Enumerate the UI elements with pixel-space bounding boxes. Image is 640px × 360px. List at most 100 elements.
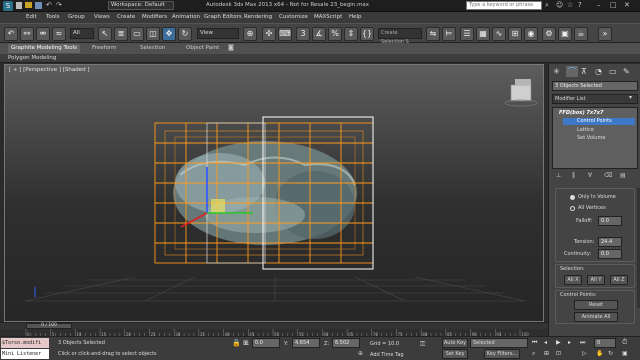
reset-button[interactable]: Reset	[574, 300, 618, 310]
all-vertices-radio-icon[interactable]	[570, 206, 575, 211]
key-filters-button[interactable]: Key Filters...	[484, 349, 520, 359]
modify-tab-icon[interactable]: ⌒	[566, 66, 578, 77]
graphite-toggle-icon[interactable]: ▦	[476, 27, 490, 41]
menu-create[interactable]: Create	[117, 14, 135, 20]
all-z-button[interactable]: All Z	[610, 275, 628, 285]
current-frame-field[interactable]: 0	[594, 338, 616, 348]
all-x-button[interactable]: All X	[564, 275, 582, 285]
undo-toolbar-icon[interactable]: ↶	[4, 27, 18, 41]
select-by-name-icon[interactable]: ≣	[114, 27, 128, 41]
new-file-icon[interactable]	[16, 2, 22, 9]
time-tag-icon[interactable]: ⊕	[358, 350, 363, 357]
menu-edit[interactable]: Edit	[26, 14, 37, 20]
pin-stack-icon[interactable]: ⊥	[556, 172, 561, 179]
angle-snap-icon[interactable]: ∡	[312, 27, 326, 41]
redo-icon[interactable]: ↷	[56, 2, 62, 9]
minimize-icon[interactable]: –	[597, 1, 601, 9]
modifier-stack-item-set-volume[interactable]: Set Volume	[577, 135, 605, 141]
only-in-volume-radio-icon[interactable]	[570, 195, 575, 200]
save-file-icon[interactable]	[35, 2, 42, 9]
select-object-icon[interactable]: ↖	[98, 27, 112, 41]
menu-graph-editors[interactable]: Graph Editors	[204, 14, 242, 20]
x-coordinate-field[interactable]: 0.0	[252, 338, 280, 348]
auto-key-button[interactable]: Auto Key	[442, 338, 468, 348]
select-and-move-icon[interactable]: ✥	[162, 27, 176, 41]
menu-group[interactable]: Group	[68, 14, 85, 20]
zoom-icon[interactable]: ⌕	[532, 350, 535, 358]
window-crossing-icon[interactable]: ◫	[146, 27, 160, 41]
ribbon-tab-freeform[interactable]: Freeform	[92, 45, 117, 51]
utilities-tab-icon[interactable]: ✎	[623, 67, 630, 76]
tension-spinner[interactable]: 24.4	[598, 237, 622, 247]
previous-frame-icon[interactable]: ◂	[544, 339, 547, 346]
perspective-viewport[interactable]: [ + ] [Perspective ] [Shaded ]	[4, 64, 544, 322]
named-selection-sets-dropdown[interactable]: Create Selection S	[378, 28, 422, 45]
viewcube[interactable]	[504, 79, 538, 107]
zoom-all-icon[interactable]: ⊞	[544, 350, 549, 357]
animate-all-button[interactable]: Animate All	[574, 312, 618, 322]
pivot-center-icon[interactable]: ⊕	[243, 27, 257, 41]
material-editor-icon[interactable]: ◉	[524, 27, 538, 41]
viewport-scene[interactable]	[5, 65, 545, 323]
render-setup-icon[interactable]: ⚙	[542, 27, 556, 41]
create-tab-icon[interactable]: ✳	[553, 67, 560, 76]
go-to-start-icon[interactable]: ⏮	[532, 339, 537, 347]
menu-modifiers[interactable]: Modifiers	[142, 14, 167, 20]
manipulate-icon[interactable]: ✣	[262, 27, 276, 41]
object-name-field[interactable]: 3 Objects Selected	[552, 81, 638, 91]
maximize-viewport-icon[interactable]: ▣	[622, 350, 628, 357]
search-icon[interactable]: ⌕	[545, 1, 549, 10]
maximize-icon[interactable]: □	[610, 1, 617, 9]
hierarchy-tab-icon[interactable]: ⊼	[581, 67, 587, 76]
show-end-result-icon[interactable]: ‖	[572, 172, 575, 179]
go-to-end-icon[interactable]: ⏭	[580, 339, 585, 347]
schematic-view-icon[interactable]: ⊞	[508, 27, 522, 41]
all-vertices-label[interactable]: All Vertices	[578, 205, 606, 211]
next-frame-icon[interactable]: ▸	[568, 339, 571, 346]
menu-maxscript[interactable]: MAXScript	[314, 14, 342, 20]
modifier-list-chevron-icon[interactable]: ▾	[629, 94, 632, 101]
add-time-tag-text[interactable]: Add Time Tag	[370, 352, 404, 358]
menu-rendering[interactable]: Rendering	[244, 14, 272, 20]
configure-modifier-sets-icon[interactable]: ▤	[620, 172, 626, 179]
orbit-icon[interactable]: ↻	[608, 350, 613, 357]
select-and-rotate-icon[interactable]: ↻	[178, 27, 192, 41]
workspace-dropdown[interactable]: Workspace: Default	[108, 1, 174, 10]
falloff-spinner[interactable]: 0.0	[598, 216, 622, 226]
percent-snap-icon[interactable]: %	[328, 27, 342, 41]
curve-editor-icon[interactable]: ∿	[492, 27, 506, 41]
all-y-button[interactable]: All Y	[587, 275, 605, 285]
unlink-icon[interactable]: ⚮	[36, 27, 50, 41]
selection-filter-dropdown[interactable]: All	[70, 28, 94, 39]
ribbon-tab-graphite-modeling-tools[interactable]: Graphite Modeling Tools	[8, 44, 80, 53]
rendered-frame-window-icon[interactable]: ▣	[558, 27, 572, 41]
menu-animation[interactable]: Animation	[172, 14, 200, 20]
motion-tab-icon[interactable]: ◔	[595, 67, 602, 76]
layer-manager-icon[interactable]: ☰	[460, 27, 474, 41]
time-slider-track[interactable]: 0 / 100 0 5 10 15 20 25 30 35 40 45 50 55 60 65 70 75 80…	[0, 322, 548, 337]
maxscript-listener-field[interactable]: $Torso.modifi	[1, 338, 49, 348]
spinner-snap-icon[interactable]: ⇕	[344, 27, 358, 41]
link-icon[interactable]: ⚯	[20, 27, 34, 41]
modifier-stack-item-lattice[interactable]: Lattice	[577, 127, 594, 133]
user-icon[interactable]: ☺	[556, 1, 563, 9]
z-coordinate-field[interactable]: 6.502	[332, 338, 360, 348]
menu-tools[interactable]: Tools	[46, 14, 60, 20]
key-mode-icon[interactable]: ⚿	[420, 340, 425, 349]
bind-space-warp-icon[interactable]: ≈	[52, 27, 66, 41]
reference-coordinate-dropdown[interactable]: View	[197, 28, 239, 39]
rectangular-selection-icon[interactable]: ▭	[130, 27, 144, 41]
modifier-stack-item-control-points[interactable]: Control Points	[563, 118, 635, 125]
keyboard-shortcut-icon[interactable]: ⌨	[278, 27, 292, 41]
edit-named-selection-icon[interactable]: {}	[360, 27, 374, 41]
display-tab-icon[interactable]: ▭	[609, 67, 617, 76]
y-coordinate-field[interactable]: 4.654	[292, 338, 320, 348]
ribbon-panel-polygon-modeling[interactable]: Polygon Modeling	[8, 55, 56, 61]
mirror-icon[interactable]: ⇋	[426, 27, 440, 41]
app-logo[interactable]: S	[3, 1, 13, 11]
star-icon[interactable]: ☆	[567, 1, 573, 9]
close-icon[interactable]: ✕	[624, 1, 630, 9]
make-unique-icon[interactable]: ∀	[588, 172, 592, 179]
lock-selection-icon[interactable]: 🔒	[232, 339, 241, 347]
align-icon[interactable]: ⊨	[442, 27, 456, 41]
